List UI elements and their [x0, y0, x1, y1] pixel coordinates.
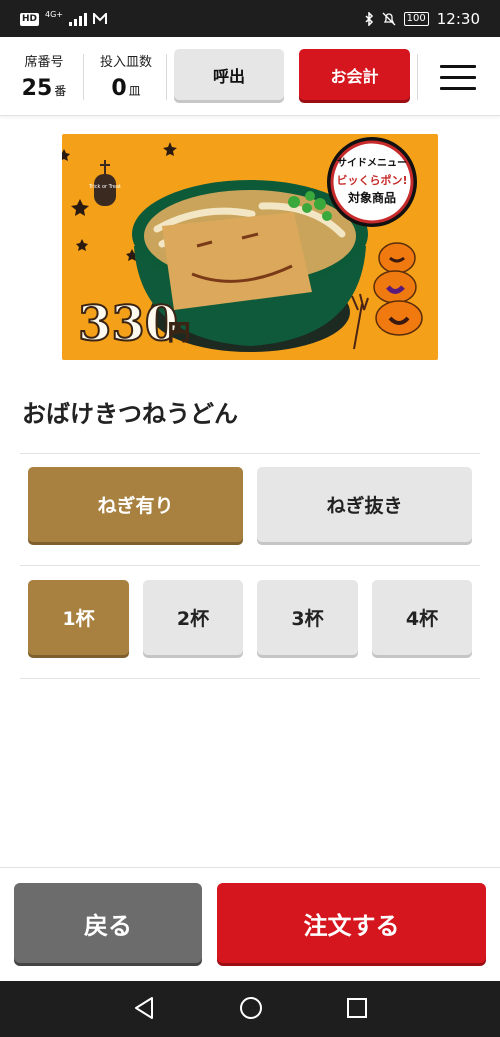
seat-unit: 番 — [54, 84, 67, 98]
clock: 12:30 — [436, 10, 480, 28]
header-bar: 席番号 25 番 投入皿数 0皿 呼出 お会計 — [0, 37, 500, 116]
product-banner: Trick or Treat サイドメニュー ビッくらポン! 対象商品 330 … — [62, 134, 438, 360]
plates-unit: 皿 — [128, 84, 141, 98]
divider — [83, 54, 84, 100]
option-negi-with[interactable]: ねぎ有り — [28, 467, 243, 542]
badge-line-1: サイドメニュー — [337, 157, 407, 169]
signal-icon — [69, 12, 88, 26]
banner-price-unit: 円 — [168, 320, 190, 346]
trick-or-treat-sign: Trick or Treat — [88, 184, 121, 190]
call-staff-button[interactable]: 呼出 — [174, 49, 284, 100]
mail-icon — [93, 13, 108, 24]
status-bar: HD 4G+ 100 12:30 — [0, 0, 500, 37]
udon-bowl-image: Trick or Treat サイドメニュー ビッくらポン! 対象商品 330 … — [62, 137, 423, 353]
option-negi-without[interactable]: ねぎ抜き — [257, 467, 472, 542]
quantity-2-button[interactable]: 2杯 — [143, 580, 243, 655]
hd-voice-icon: HD — [20, 12, 40, 26]
product-name: おばけきつねうどん — [22, 400, 238, 428]
battery-icon: 100 — [403, 12, 429, 26]
mute-icon — [382, 12, 396, 26]
badge-line-3: 対象商品 — [347, 190, 396, 205]
badge-line-2: ビッくらポン! — [336, 173, 407, 187]
banner-price: 330 — [78, 296, 178, 352]
quantity-1-button[interactable]: 1杯 — [28, 580, 129, 655]
home-circle-icon[interactable] — [238, 995, 264, 1021]
quantity-4-button[interactable]: 4杯 — [372, 580, 472, 655]
divider — [20, 565, 480, 566]
seat-label: 席番号 — [24, 55, 64, 70]
pumpkin-icon — [373, 242, 423, 336]
divider — [20, 678, 480, 679]
divider — [20, 453, 480, 454]
plates-label: 投入皿数 — [99, 55, 152, 70]
checkout-button[interactable]: お会計 — [299, 49, 410, 100]
recents-square-icon[interactable] — [345, 995, 369, 1021]
seat-info: 席番号 25 番 — [14, 51, 74, 101]
back-triangle-icon[interactable] — [132, 995, 156, 1021]
order-button[interactable]: 注文する — [217, 883, 486, 963]
hamburger-menu-icon[interactable] — [440, 65, 476, 91]
divider — [166, 54, 167, 100]
bluetooth-icon — [365, 12, 373, 26]
system-nav-bar — [0, 981, 500, 1037]
quantity-3-button[interactable]: 3杯 — [257, 580, 358, 655]
network-type: 4G+ — [45, 10, 64, 19]
divider — [417, 54, 418, 100]
back-button[interactable]: 戻る — [14, 883, 202, 963]
seat-number: 25 — [21, 76, 53, 101]
plates-info: 投入皿数 0皿 — [94, 51, 158, 101]
plates-count: 0 — [111, 76, 127, 101]
